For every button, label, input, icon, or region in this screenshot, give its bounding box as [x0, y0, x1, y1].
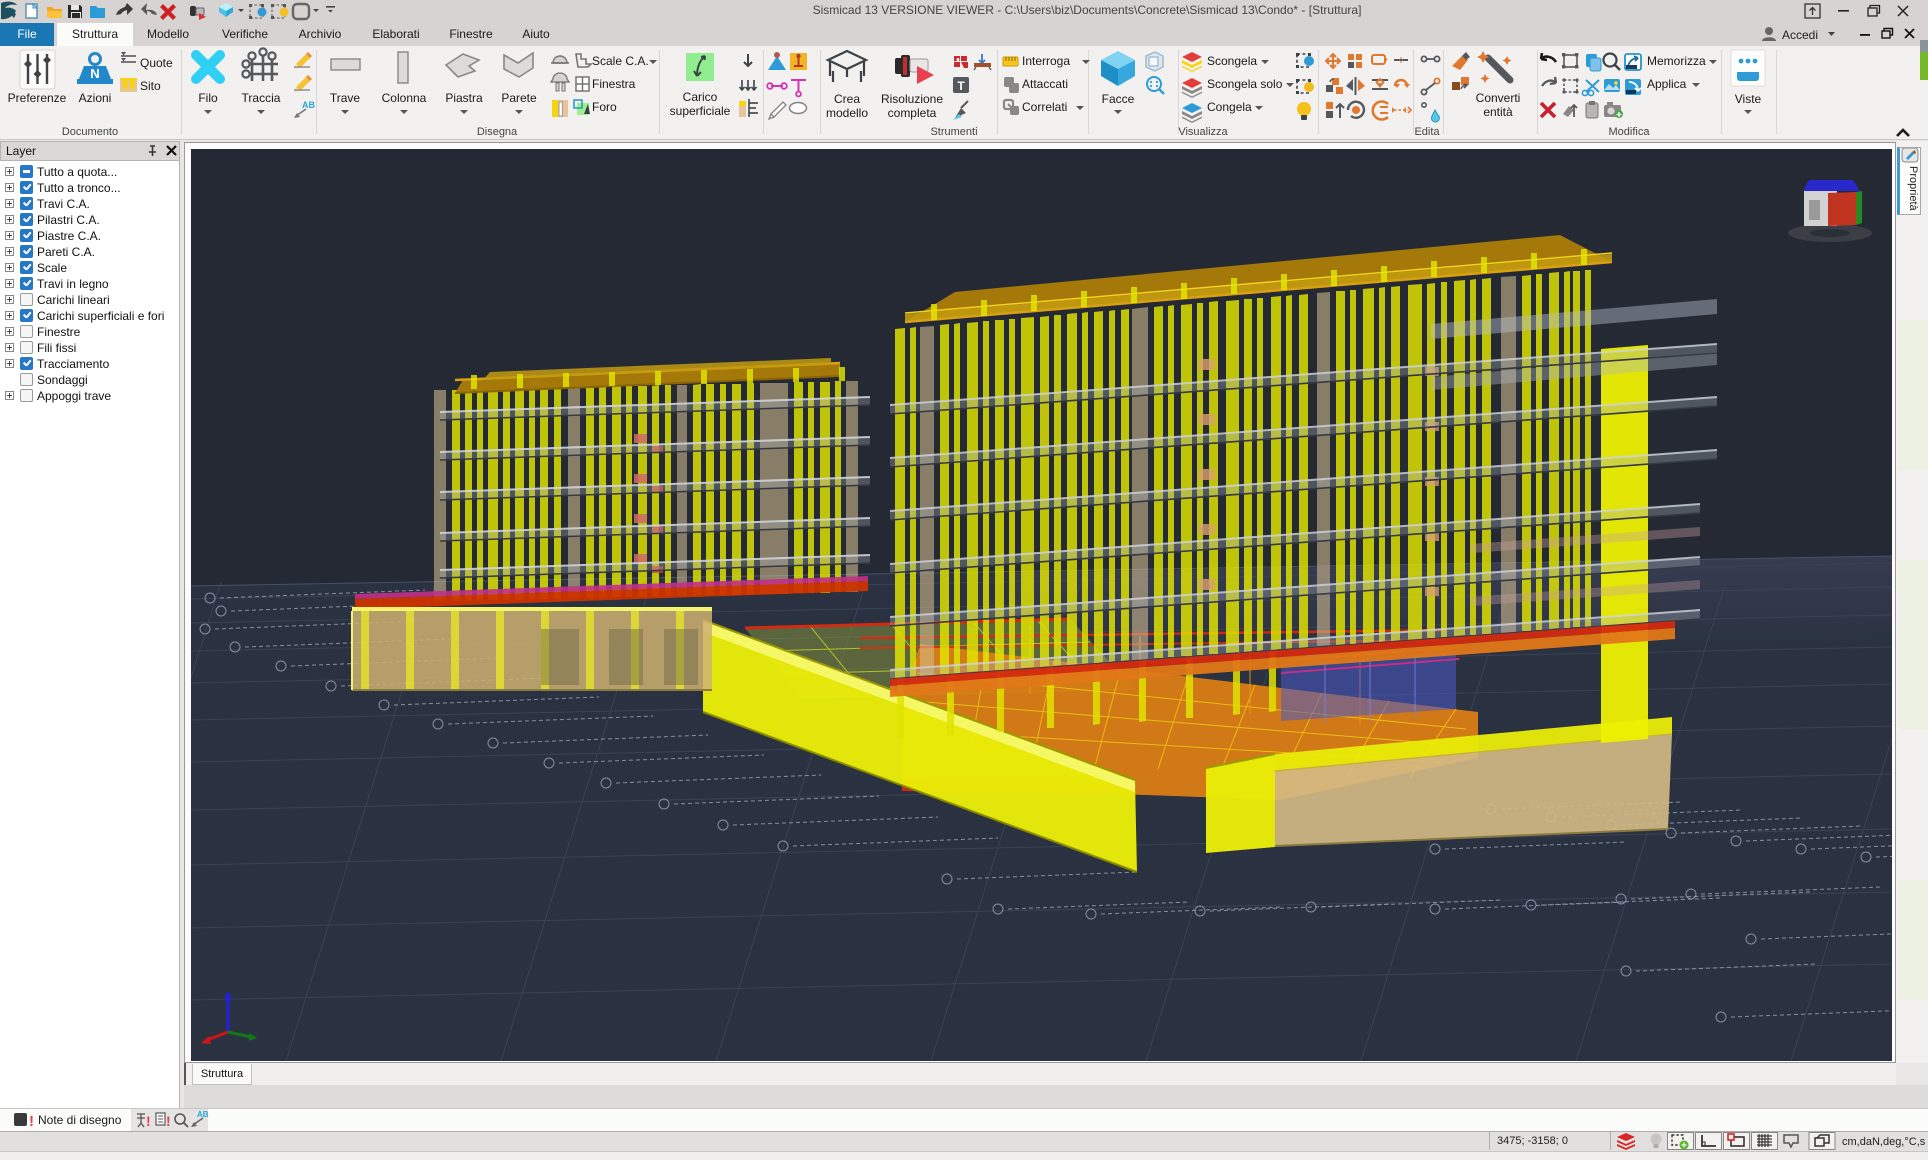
svg-text:cm,daN,deg,°C,s: cm,daN,deg,°C,s: [1842, 1136, 1926, 1148]
svg-text:N: N: [90, 66, 99, 81]
svg-text:AB: AB: [197, 1110, 209, 1119]
svg-text:!: !: [29, 1113, 34, 1130]
svg-text:Accedi: Accedi: [1782, 28, 1818, 42]
svg-text:Note di disegno: Note di disegno: [38, 1113, 122, 1127]
svg-text:AB: AB: [302, 100, 315, 110]
svg-text:!: !: [166, 1113, 171, 1129]
svg-text:!: !: [146, 1113, 151, 1129]
svg-text:T: T: [957, 79, 965, 93]
